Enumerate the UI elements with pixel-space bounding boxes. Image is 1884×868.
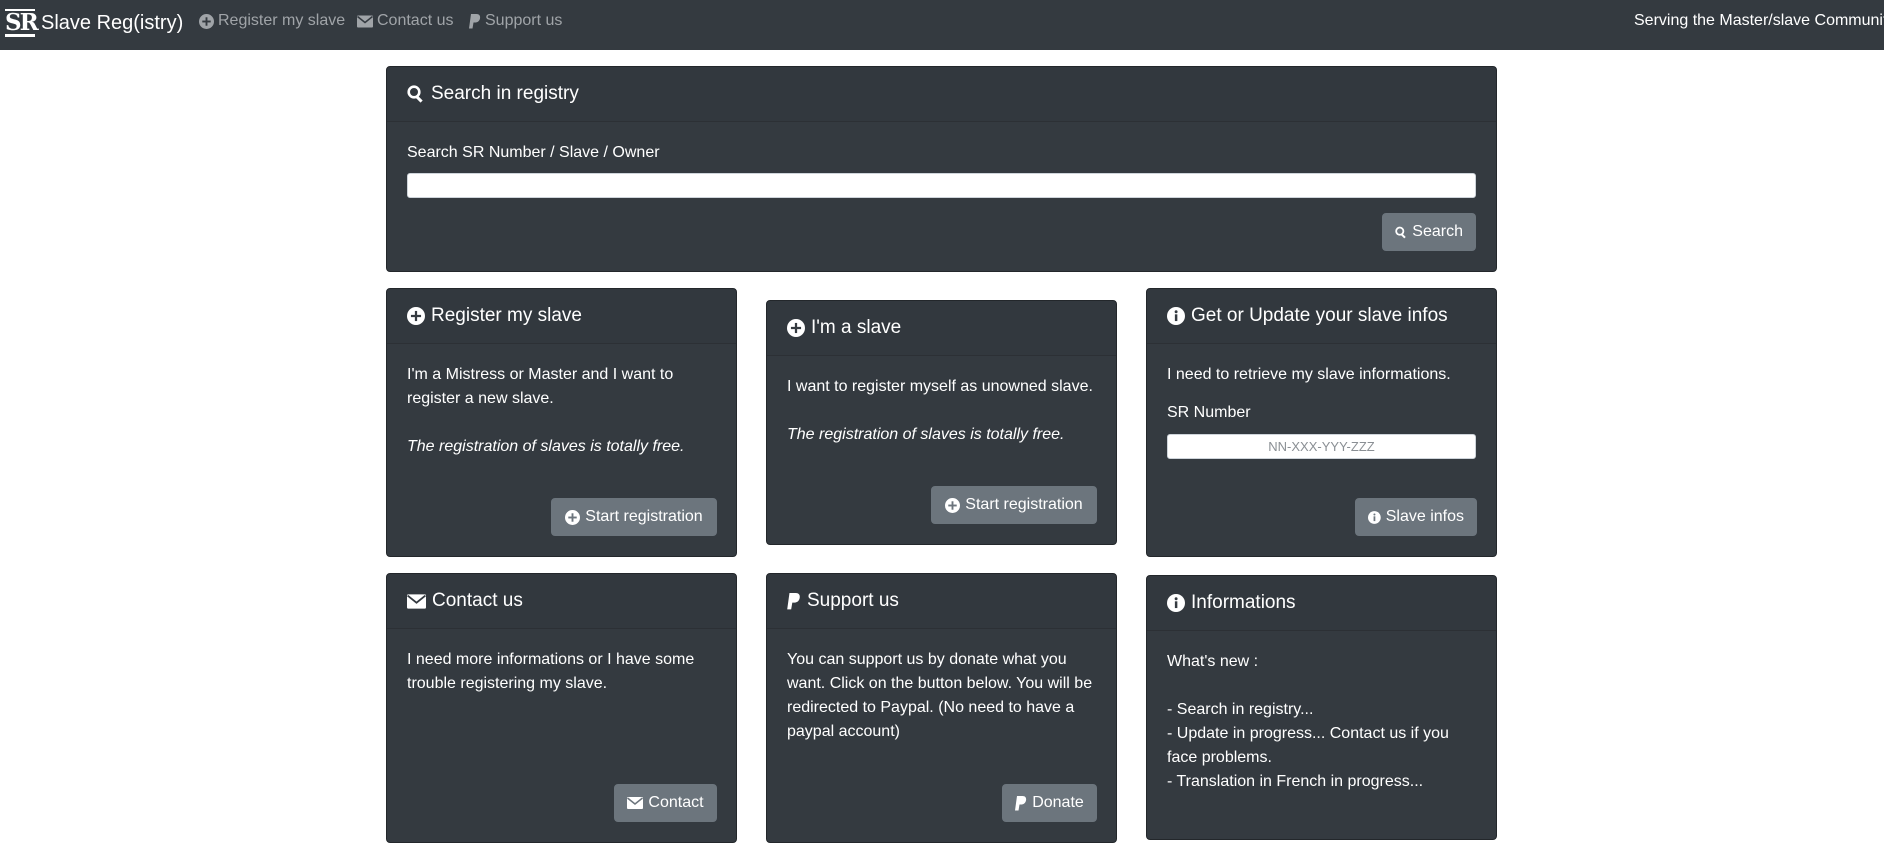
plus-circle-icon (565, 509, 581, 525)
card-header: Contact us (387, 574, 736, 629)
plus-circle-icon (407, 307, 425, 325)
brand-name: Slave Reg(istry) (41, 11, 184, 34)
card-text: I'm a Mistress or Master and I want to r… (407, 366, 674, 407)
sr-number-label: SR Number (1167, 404, 1251, 421)
card-header: Register my slave (387, 289, 736, 344)
news-item: - Search in registry... (1167, 701, 1314, 718)
card-text: I need to retrieve my slave informations… (1167, 366, 1451, 383)
card-title: Informations (1191, 592, 1296, 613)
start-registration-button[interactable]: Start registration (551, 498, 717, 536)
nav-contact-us[interactable]: Contact us (357, 12, 453, 30)
info-circle-icon (1368, 510, 1381, 524)
card-title: Search in registry (431, 83, 579, 104)
support-card: Support us You can support us by donate … (766, 573, 1117, 843)
button-label: Start registration (965, 496, 1083, 513)
card-header: Support us (767, 574, 1116, 629)
button-label: Donate (1032, 794, 1084, 811)
info-circle-icon (1167, 307, 1185, 325)
sr-number-input[interactable] (1167, 434, 1476, 459)
start-registration-button[interactable]: Start registration (931, 486, 1097, 524)
search-label: Search SR Number / Slave / Owner (407, 144, 660, 161)
nav-label: Register my slave (218, 12, 346, 29)
card-title: Contact us (432, 590, 523, 611)
paypal-icon (469, 13, 481, 28)
card-title: Support us (807, 590, 899, 611)
register-card: Register my slave I'm a Mistress or Mast… (386, 288, 737, 557)
button-label: Contact (648, 794, 704, 811)
search-icon (407, 85, 423, 103)
nav-label: Support us (485, 12, 563, 29)
envelope-icon (407, 593, 426, 609)
slave-card: I'm a slave I want to register myself as… (766, 300, 1117, 545)
plus-circle-icon (199, 13, 214, 29)
card-title: Get or Update your slave infos (1191, 305, 1448, 326)
free-note: The registration of slaves is totally fr… (407, 438, 685, 455)
info-circle-icon (1167, 594, 1185, 612)
plus-circle-icon (787, 319, 805, 337)
search-card: Search in registry Search SR Number / Sl… (386, 66, 1497, 272)
card-title: Register my slave (431, 305, 582, 326)
search-icon (1395, 226, 1406, 238)
navbar: SR Slave Reg(istry) Register my slave Co… (0, 0, 1884, 50)
button-label: Slave infos (1385, 508, 1464, 525)
news-heading: What's new : (1167, 653, 1259, 670)
button-label: Search (1412, 223, 1463, 240)
card-text: You can support us by donate what you wa… (787, 651, 1093, 740)
search-button[interactable]: Search (1382, 213, 1476, 251)
paypal-icon (787, 592, 800, 609)
card-note: The registration of slaves is totally fr… (407, 435, 716, 459)
nav-label: Contact us (377, 12, 454, 29)
card-note: The registration of slaves is totally fr… (787, 423, 1096, 447)
tagline: Serving the Master/slave Communit (1634, 12, 1884, 29)
brand[interactable]: SR Slave Reg(istry) (5, 8, 183, 38)
contact-button[interactable]: Contact (614, 784, 717, 822)
contact-card: Contact us I need more informations or I… (386, 573, 737, 843)
slave-infos-button[interactable]: Slave infos (1355, 498, 1477, 536)
news-item: - Update in progress... Contact us if yo… (1167, 725, 1449, 766)
button-label: Start registration (585, 508, 703, 525)
nav-support-us[interactable]: Support us (469, 12, 562, 30)
nav-register-my-slave[interactable]: Register my slave (199, 12, 345, 30)
search-input[interactable] (407, 173, 1476, 198)
card-header: Get or Update your slave infos (1147, 289, 1496, 344)
card-text: I want to register myself as unowned sla… (787, 378, 1093, 395)
donate-button[interactable]: Donate (1002, 784, 1097, 822)
informations-card: Informations What's new : - Search in re… (1146, 575, 1497, 840)
card-header: Search in registry (387, 67, 1496, 122)
card-header: I'm a slave (767, 301, 1116, 356)
card-title: I'm a slave (811, 317, 902, 338)
slave-infos-card: Get or Update your slave infos I need to… (1146, 288, 1497, 557)
free-note: The registration of slaves is totally fr… (787, 426, 1065, 443)
plus-circle-icon (945, 497, 961, 513)
news-item: - Translation in French in progress... (1167, 773, 1424, 790)
paypal-icon (1015, 795, 1027, 810)
card-header: Informations (1147, 576, 1496, 631)
logo: SR (5, 9, 39, 37)
envelope-icon (627, 797, 644, 809)
card-text: I need more informations or I have some … (407, 651, 695, 692)
envelope-icon (357, 15, 373, 27)
